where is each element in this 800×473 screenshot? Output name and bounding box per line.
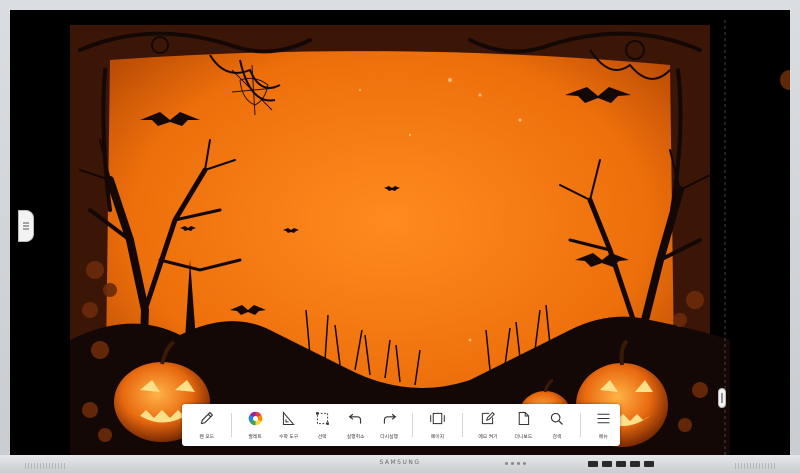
search-icon <box>551 412 564 425</box>
palette-icon <box>248 411 262 426</box>
page-button[interactable]: 페이지 <box>419 404 456 446</box>
memo-icon <box>482 411 496 425</box>
select-icon <box>315 412 329 425</box>
search-button[interactable]: 검색 <box>540 404 573 446</box>
whiteboard-label: 더니보드 <box>514 435 533 440</box>
toolbar-divider <box>579 413 581 437</box>
toolbar-divider <box>411 413 413 437</box>
toolbar-divider <box>462 413 464 437</box>
memo-on-label: 메모 켜기 <box>478 435 498 440</box>
page-label: 페이지 <box>430 435 445 440</box>
memo-on-button[interactable]: 메모 켜기 <box>469 404 506 446</box>
right-drawer-handle[interactable] <box>718 388 726 408</box>
halloween-background-image <box>10 10 790 455</box>
math-tools-button[interactable]: 수학 도구 <box>272 404 305 446</box>
pen-mode-label: 펜 모드 <box>199 435 215 440</box>
ruler-icon <box>283 411 295 425</box>
search-label: 검색 <box>552 435 562 440</box>
menu-icon <box>597 413 610 424</box>
whiteboard-button[interactable]: 더니보드 <box>507 404 540 446</box>
drawer-handle-icon <box>23 222 29 230</box>
math-tools-label: 수학 도구 <box>279 435 299 440</box>
undo-icon <box>348 413 362 424</box>
pen-icon <box>201 411 214 425</box>
page-icon <box>430 412 445 425</box>
bottom-toolbar: 펜 모드 팔레트 수학 도구 선택 실행취소 다시실행 페이지 메모 켜기 더니… <box>182 404 620 446</box>
brand-logo: SAMSUNG <box>379 459 421 466</box>
redo-button[interactable]: 다시실행 <box>372 404 405 446</box>
undo-button[interactable]: 실행취소 <box>339 404 372 446</box>
select-label: 선택 <box>317 435 327 440</box>
redo-label: 다시실행 <box>380 435 398 440</box>
left-drawer-handle[interactable] <box>18 210 34 242</box>
undo-label: 실행취소 <box>346 435 365 440</box>
toolbar-divider <box>231 413 233 437</box>
palette-button[interactable]: 팔레트 <box>238 404 271 446</box>
document-icon <box>518 412 529 425</box>
menu-button[interactable]: 메뉴 <box>587 404 620 446</box>
menu-label: 메뉴 <box>598 435 608 440</box>
palette-label: 팔레트 <box>248 435 262 440</box>
pen-mode-button[interactable]: 펜 모드 <box>188 404 225 446</box>
drawer-handle-icon <box>721 393 723 403</box>
status-dots <box>505 462 526 465</box>
canvas-screen[interactable] <box>10 10 790 455</box>
select-button[interactable]: 선택 <box>305 404 338 446</box>
input-ports <box>588 461 654 467</box>
redo-icon <box>383 413 396 424</box>
